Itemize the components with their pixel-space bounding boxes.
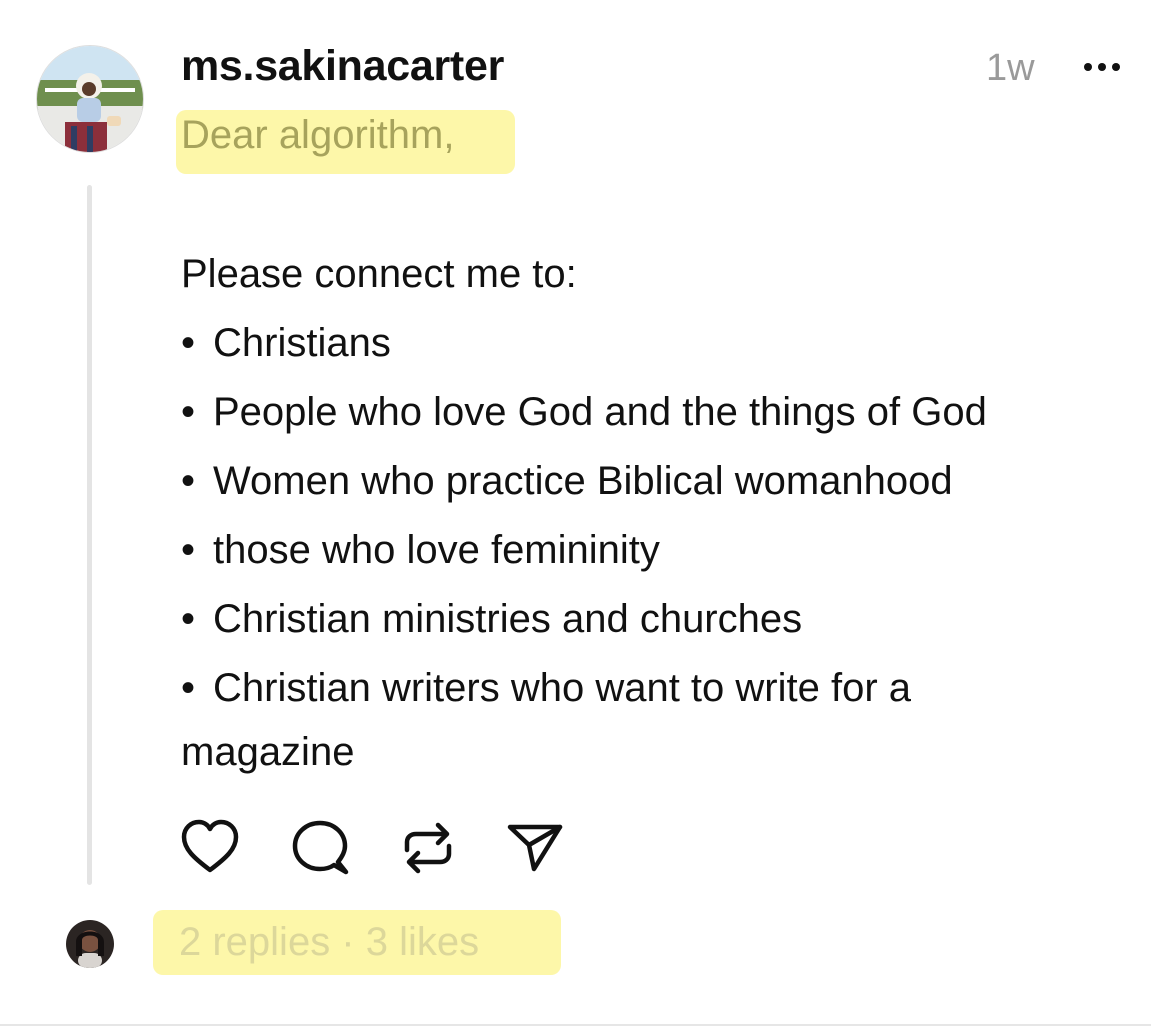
replies-likes-count[interactable]: 2 replies · 3 likes (179, 920, 479, 965)
repost-icon[interactable] (398, 818, 458, 878)
bullet-symbol: • (181, 459, 196, 503)
replier-avatar[interactable] (66, 920, 114, 968)
bullet-symbol: • (181, 390, 196, 434)
post-divider (0, 1024, 1151, 1026)
thread-post: ms.sakinacarter 1w Dear algorithm, Pleas… (0, 0, 1151, 1028)
post-timestamp: 1w (986, 47, 1035, 89)
list-item: • Christian writers who want to write for… (181, 666, 911, 711)
bullet-symbol: • (181, 528, 196, 572)
bullet-symbol: • (181, 321, 196, 365)
post-intro: Please connect me to: (181, 252, 577, 296)
bullet-symbol: • (181, 666, 196, 710)
list-item-text: Christian ministries and churches (213, 597, 803, 641)
list-item: • Christian ministries and churches (181, 597, 802, 642)
post-actions (180, 818, 580, 878)
list-item: • those who love femininity (181, 528, 660, 573)
comment-bubble-icon[interactable] (290, 818, 350, 878)
list-item: • People who love God and the things of G… (181, 390, 987, 435)
list-item-text: People who love God and the things of Go… (213, 390, 987, 434)
list-item: • Women who practice Biblical womanhood (181, 459, 953, 504)
send-icon[interactable] (506, 818, 566, 878)
author-username[interactable]: ms.sakinacarter (181, 42, 504, 91)
list-item-text: Christians (213, 321, 391, 365)
list-item: • Christians (181, 321, 391, 366)
heart-icon[interactable] (180, 818, 240, 878)
ellipsis-icon[interactable] (1080, 56, 1124, 78)
list-item-text: those who love femininity (213, 528, 660, 572)
list-item-text: Christian writers who want to write for … (213, 666, 912, 710)
thread-line (87, 185, 92, 885)
list-item-continuation: magazine (181, 730, 355, 774)
list-item-text: Women who practice Biblical womanhood (213, 459, 953, 503)
author-avatar[interactable] (37, 46, 143, 152)
post-greeting: Dear algorithm, (181, 113, 455, 157)
bullet-symbol: • (181, 597, 196, 641)
